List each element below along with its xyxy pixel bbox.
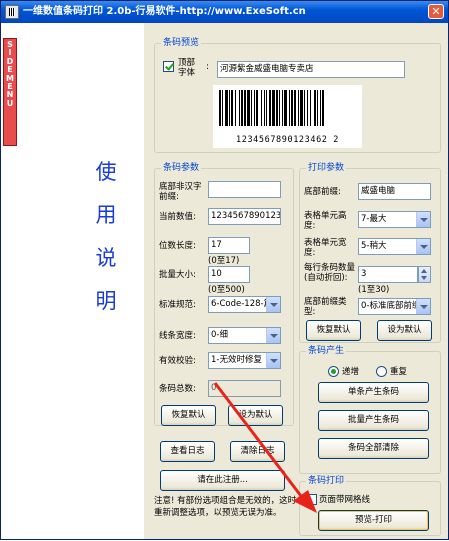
annotation-arrow bbox=[213, 382, 317, 513]
main-window: 一维数值条码打印 2.0b-行易软件-http://www.ExeSoft.cn… bbox=[0, 0, 449, 540]
